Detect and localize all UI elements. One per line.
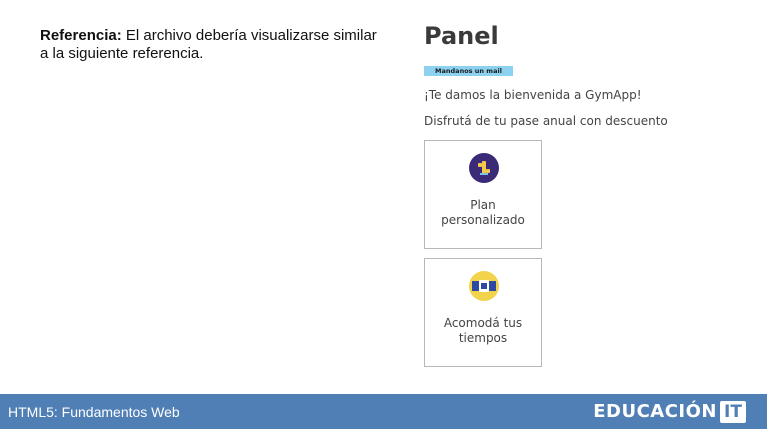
brand-box: IT	[720, 401, 746, 423]
footer-bar: HTML5: Fundamentos Web EDUCACIÓN IT	[0, 394, 767, 429]
panel-title: Panel	[424, 22, 499, 50]
reference-note: Referencia: El archivo debería visualiza…	[40, 27, 380, 63]
brand-logo: EDUCACIÓN IT	[593, 400, 746, 424]
panel-preview: Panel Mandanos un mail ¡Te damos la bien…	[424, 20, 724, 367]
promo-text: Disfrutá de tu pase anual con descuento	[424, 114, 668, 128]
welcome-text: ¡Te damos la bienvenida a GymApp!	[424, 88, 642, 102]
card-acomoda-tiempos[interactable]: Acomodá tus tiempos	[424, 258, 542, 367]
slide: Referencia: El archivo debería visualiza…	[0, 0, 767, 394]
card-label: Acomodá tus tiempos	[443, 316, 523, 345]
card-label: Plan personalizado	[441, 198, 525, 227]
reference-label: Referencia:	[40, 27, 122, 44]
brand-word: EDUCACIÓN	[593, 401, 717, 422]
calendar-icon	[469, 271, 499, 301]
dumbbell-icon	[469, 153, 499, 183]
card-plan-personalizado[interactable]: Plan personalizado	[424, 140, 542, 249]
course-title: HTML5: Fundamentos Web	[8, 404, 180, 420]
mail-link[interactable]: Mandanos un mail	[424, 66, 513, 76]
